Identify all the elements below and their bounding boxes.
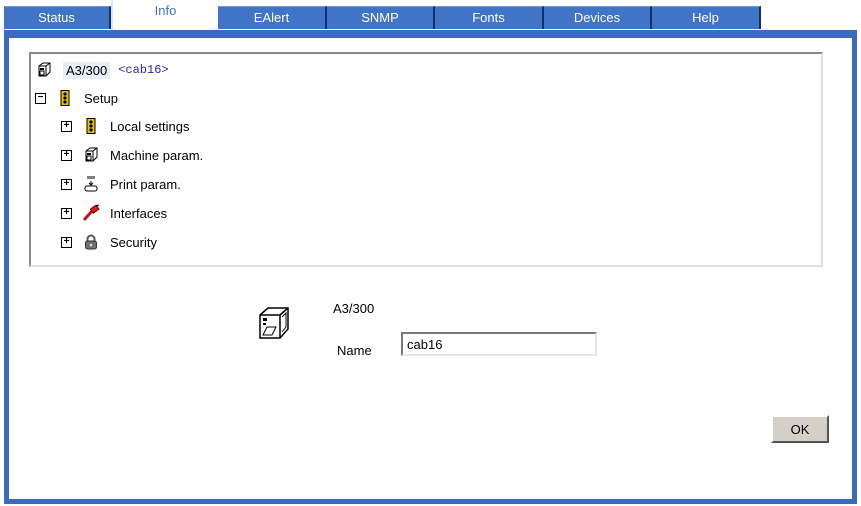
name-label: Name	[337, 343, 372, 358]
padlock-icon	[82, 233, 100, 251]
tree-item-security[interactable]: + Security	[61, 231, 157, 253]
tree-item-label: Machine param.	[110, 147, 204, 163]
tree-item-setup[interactable]: − Setup	[35, 87, 118, 109]
tree-item-print-param[interactable]: + Print param.	[61, 173, 181, 195]
tab-ealert[interactable]: EAlert	[218, 6, 327, 29]
main-frame: A3/300 <cab16> − Setup + Local settings	[4, 30, 857, 504]
tree-root-label: A3/300	[63, 61, 111, 79]
cable-icon	[82, 204, 100, 222]
expand-toggle[interactable]: +	[61, 178, 72, 190]
content-panel: A3/300 <cab16> − Setup + Local settings	[9, 38, 852, 499]
printer-icon	[82, 146, 100, 164]
tab-devices[interactable]: Devices	[544, 6, 652, 29]
expand-toggle[interactable]: +	[61, 149, 72, 161]
ok-button[interactable]: OK	[771, 415, 829, 443]
tree-root[interactable]: A3/300 <cab16>	[35, 59, 169, 81]
traffic-light-icon	[82, 117, 100, 135]
expand-toggle[interactable]: +	[61, 120, 72, 132]
tree-root-hostname: <cab16>	[118, 63, 169, 77]
tree-item-label: Local settings	[110, 118, 190, 134]
tree-item-label: Print param.	[110, 176, 181, 192]
print-head-icon	[82, 175, 100, 193]
printer-icon	[256, 305, 292, 341]
tab-help[interactable]: Help	[652, 6, 761, 29]
tree-item-label: Setup	[84, 90, 118, 106]
tab-fonts[interactable]: Fonts	[435, 6, 544, 29]
traffic-light-icon	[56, 89, 74, 107]
printer-model: A3/300	[333, 301, 375, 316]
name-field[interactable]	[401, 332, 597, 356]
tree-item-label: Interfaces	[110, 205, 168, 221]
tab-status[interactable]: Status	[4, 6, 111, 29]
expand-toggle[interactable]: +	[61, 236, 72, 248]
settings-tree: A3/300 <cab16> − Setup + Local settings	[29, 52, 823, 267]
expand-toggle[interactable]: +	[61, 207, 72, 219]
tab-bar: Status Info EAlert SNMP Fonts Devices He…	[0, 0, 861, 30]
tree-item-local-settings[interactable]: + Local settings	[61, 115, 190, 137]
tab-snmp[interactable]: SNMP	[327, 6, 435, 29]
tab-info[interactable]: Info	[111, 0, 218, 30]
printer-icon	[35, 61, 53, 79]
tree-item-interfaces[interactable]: + Interfaces	[61, 202, 167, 224]
collapse-toggle[interactable]: −	[35, 92, 46, 104]
tree-item-machine-param[interactable]: + Machine param.	[61, 144, 203, 166]
tree-item-label: Security	[110, 234, 157, 250]
